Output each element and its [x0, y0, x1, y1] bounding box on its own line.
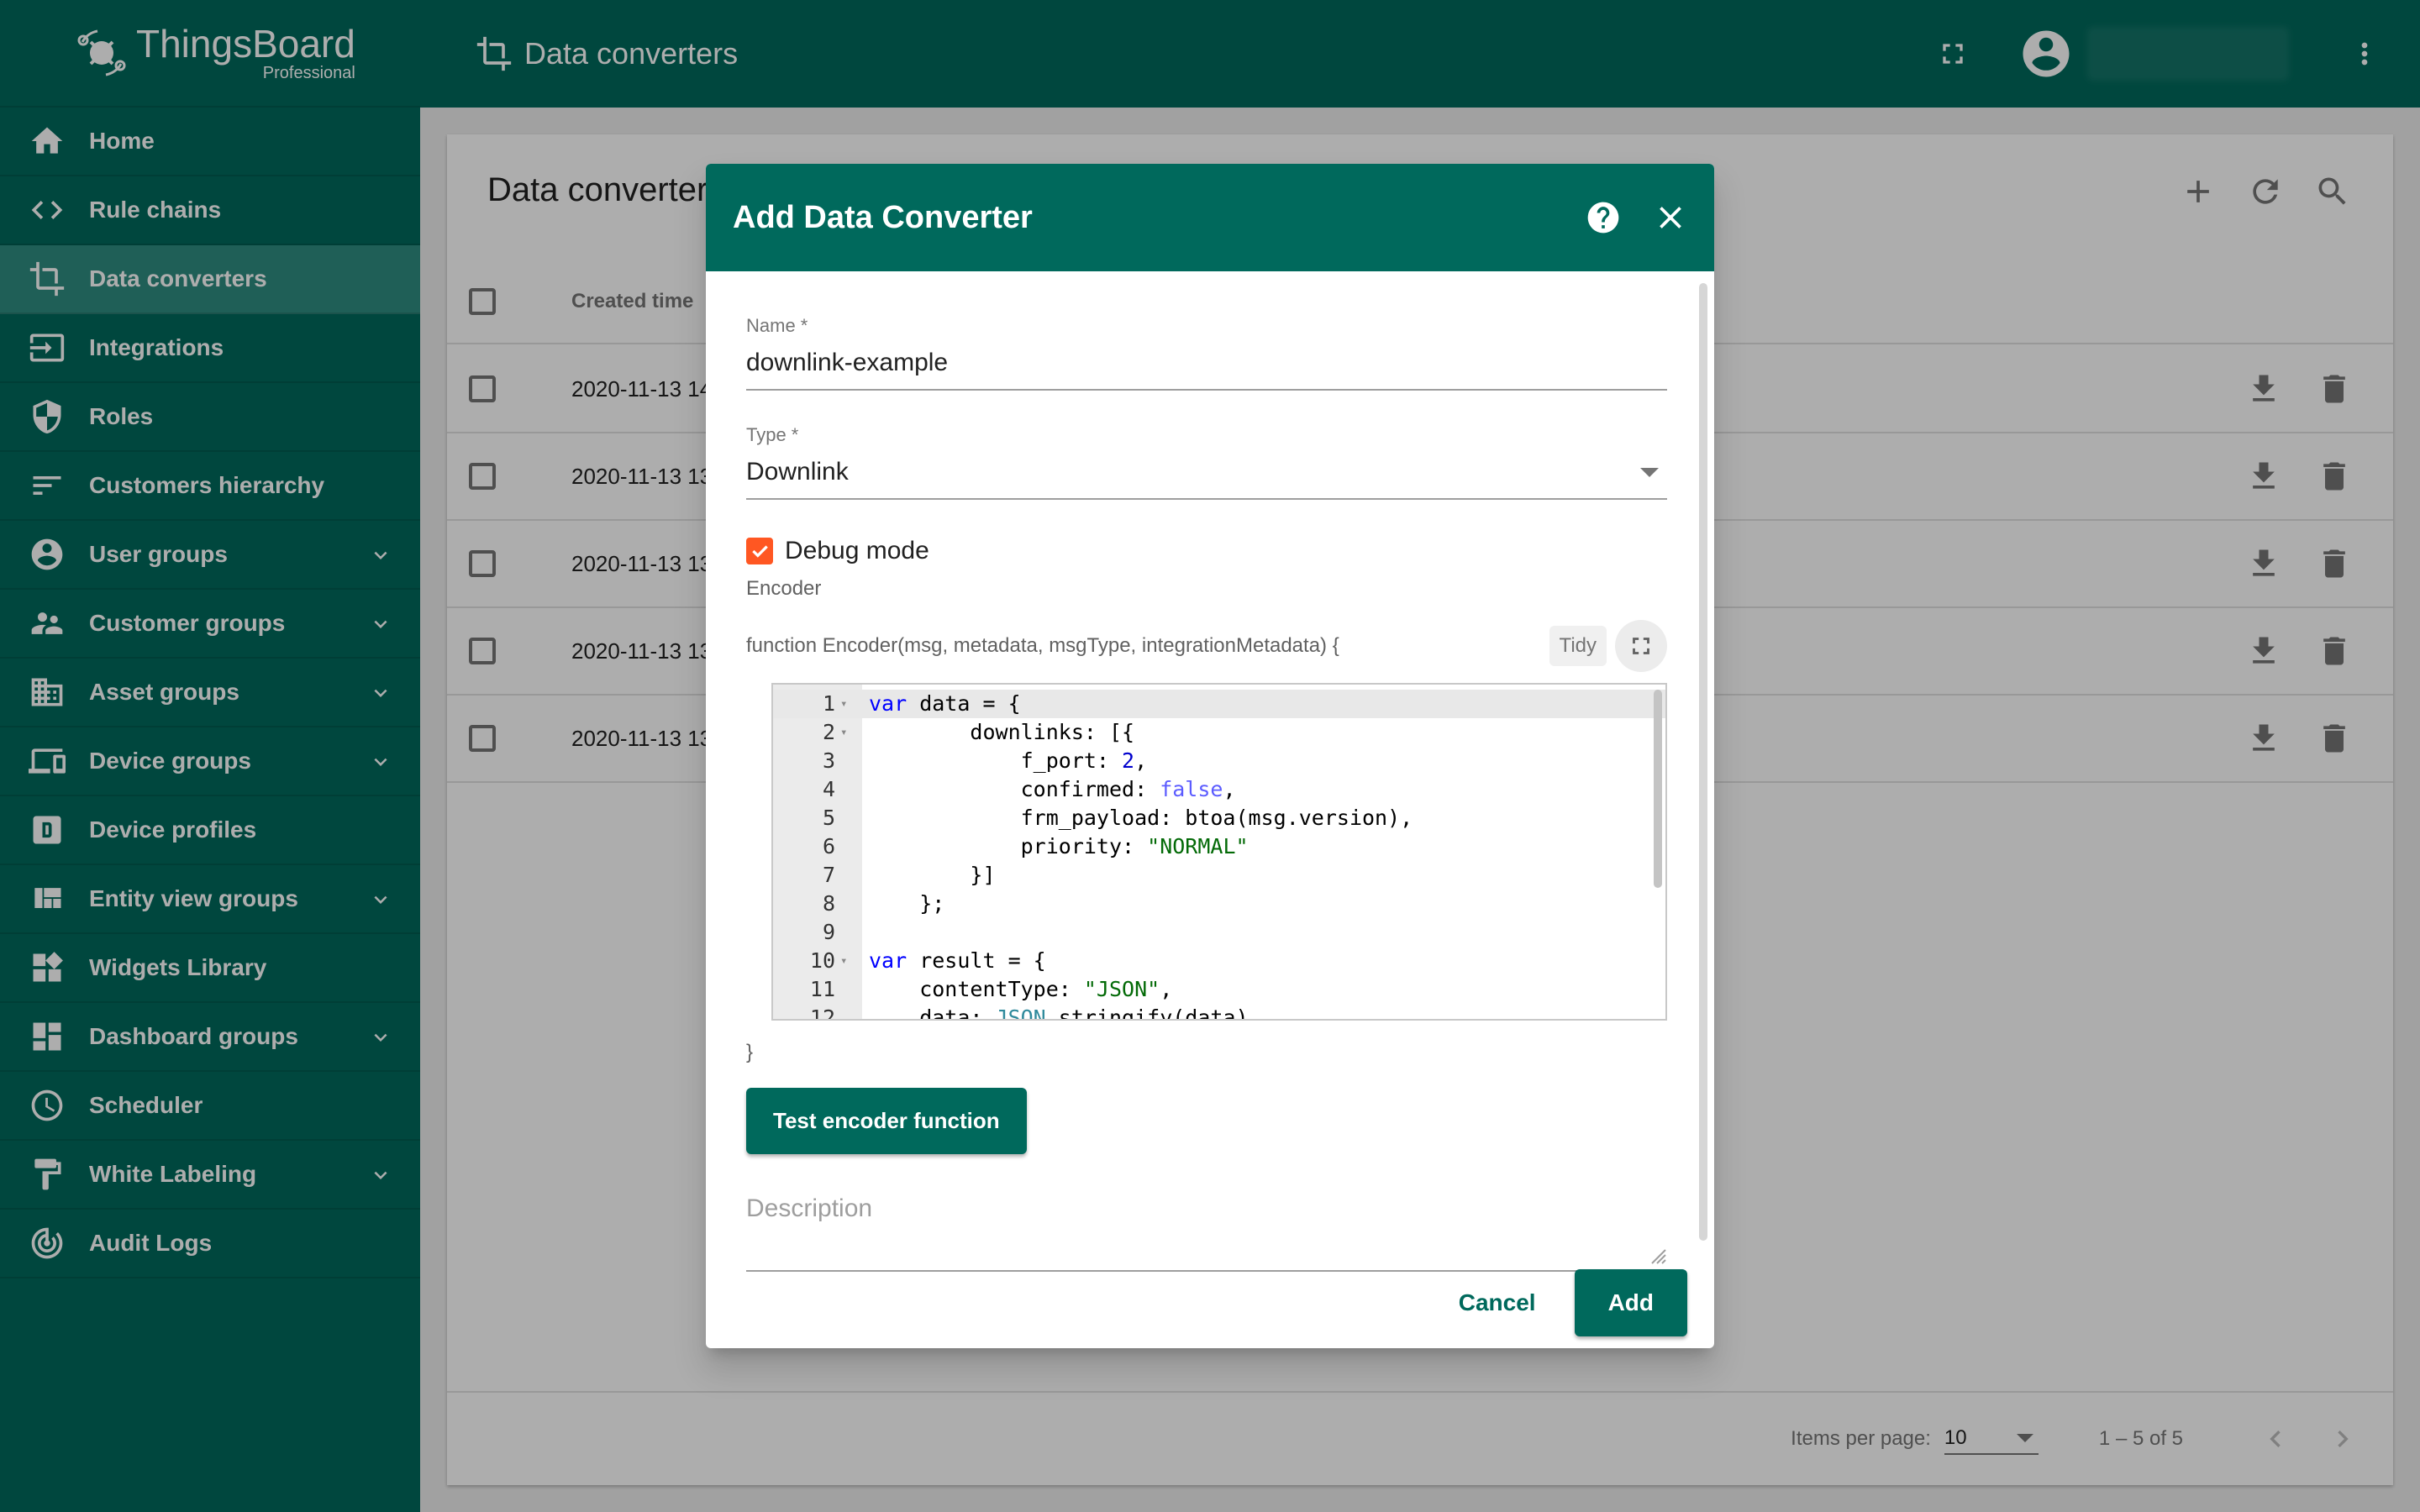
code-line[interactable]: 4 confirmed: false, — [773, 775, 1665, 804]
name-input[interactable]: downlink-example — [746, 349, 1667, 391]
code-text: priority: "NORMAL" — [869, 834, 1249, 858]
code-line[interactable]: 1 ▾ var data = { — [773, 690, 1665, 718]
line-number: 4 — [822, 777, 835, 801]
fullscreen-icon — [1633, 638, 1649, 654]
code-text: var result = { — [869, 948, 1046, 973]
fold-arrow-icon[interactable]: ▾ — [840, 718, 847, 747]
code-line[interactable]: 6 priority: "NORMAL" — [773, 832, 1665, 861]
line-number: 2 — [822, 720, 835, 744]
code-line[interactable]: 8 }; — [773, 890, 1665, 918]
fold-arrow-icon[interactable]: ▾ — [840, 690, 847, 718]
code-line[interactable]: 3 f_port: 2, — [773, 747, 1665, 775]
code-text: downlinks: [{ — [869, 720, 1135, 744]
code-line[interactable]: 12 data: JSON.stringify(data), — [773, 1004, 1665, 1021]
add-data-converter-dialog: Add Data Converter Name * downlink-examp… — [706, 164, 1714, 1348]
line-number: 9 — [822, 920, 835, 944]
code-line[interactable]: 9 — [773, 918, 1665, 947]
line-number: 11 — [809, 977, 835, 1001]
resize-handle-icon[interactable] — [1645, 1243, 1667, 1265]
line-number: 6 — [822, 834, 835, 858]
description-field[interactable]: Description — [746, 1188, 1667, 1272]
checkbox-checked-icon[interactable] — [746, 538, 773, 564]
dialog-body: Name * downlink-example Type * Downlink … — [746, 271, 1667, 1272]
fold-arrow-icon[interactable]: ▾ — [840, 947, 847, 975]
code-text: var data = { — [869, 691, 1021, 716]
code-line[interactable]: 11 contentType: "JSON", — [773, 975, 1665, 1004]
code-text: confirmed: false, — [869, 777, 1236, 801]
code-line[interactable]: 2 ▾ downlinks: [{ — [773, 718, 1665, 747]
line-number: 3 — [822, 748, 835, 773]
code-line[interactable]: 10 ▾ var result = { — [773, 947, 1665, 975]
encoder-label: Encoder — [746, 577, 822, 600]
line-number: 12 — [809, 1005, 835, 1021]
description-placeholder: Description — [746, 1194, 873, 1222]
function-signature: function Encoder(msg, metadata, msgType,… — [746, 634, 1339, 657]
fullscreen-editor-button[interactable] — [1615, 620, 1667, 672]
close-icon[interactable] — [1652, 199, 1689, 236]
code-text: }; — [869, 891, 945, 916]
line-number: 5 — [822, 806, 835, 830]
type-field[interactable]: Type * Downlink — [746, 424, 1667, 500]
test-encoder-button[interactable]: Test encoder function — [746, 1088, 1027, 1154]
code-editor[interactable]: 1 ▾ var data = {2 ▾ downlinks: [{3 f_port: … — [771, 683, 1667, 1021]
add-button[interactable]: Add — [1574, 1269, 1687, 1336]
line-number: 8 — [822, 891, 835, 916]
help-icon[interactable] — [1585, 199, 1622, 236]
dialog-scrollbar[interactable] — [1699, 283, 1707, 1241]
code-line[interactable]: 5 frm_payload: btoa(msg.version), — [773, 804, 1665, 832]
debug-mode-checkbox[interactable]: Debug mode — [746, 537, 1667, 565]
code-text: f_port: 2, — [869, 748, 1148, 773]
code-text: }] — [869, 863, 996, 887]
line-number: 7 — [822, 863, 835, 887]
type-select[interactable]: Downlink — [746, 458, 1667, 500]
dropdown-arrow-icon — [1640, 467, 1659, 477]
type-label: Type * — [746, 424, 799, 445]
name-label: Name * — [746, 315, 808, 336]
dialog-title: Add Data Converter — [733, 199, 1033, 235]
line-number: 1 — [822, 691, 835, 716]
code-text: contentType: "JSON", — [869, 977, 1173, 1001]
function-closing-brace: } — [746, 1041, 754, 1063]
code-line[interactable]: 7 }] — [773, 861, 1665, 890]
editor-scrollbar[interactable] — [1654, 690, 1662, 888]
cancel-button[interactable]: Cancel — [1459, 1289, 1536, 1316]
debug-mode-label: Debug mode — [785, 537, 929, 564]
name-field[interactable]: Name * downlink-example — [746, 315, 1667, 391]
dialog-header: Add Data Converter — [706, 164, 1714, 271]
tidy-button[interactable]: Tidy — [1549, 626, 1607, 666]
code-text: data: JSON.stringify(data), — [869, 1005, 1261, 1021]
code-text: frm_payload: btoa(msg.version), — [869, 806, 1413, 830]
line-number: 10 — [809, 948, 835, 973]
